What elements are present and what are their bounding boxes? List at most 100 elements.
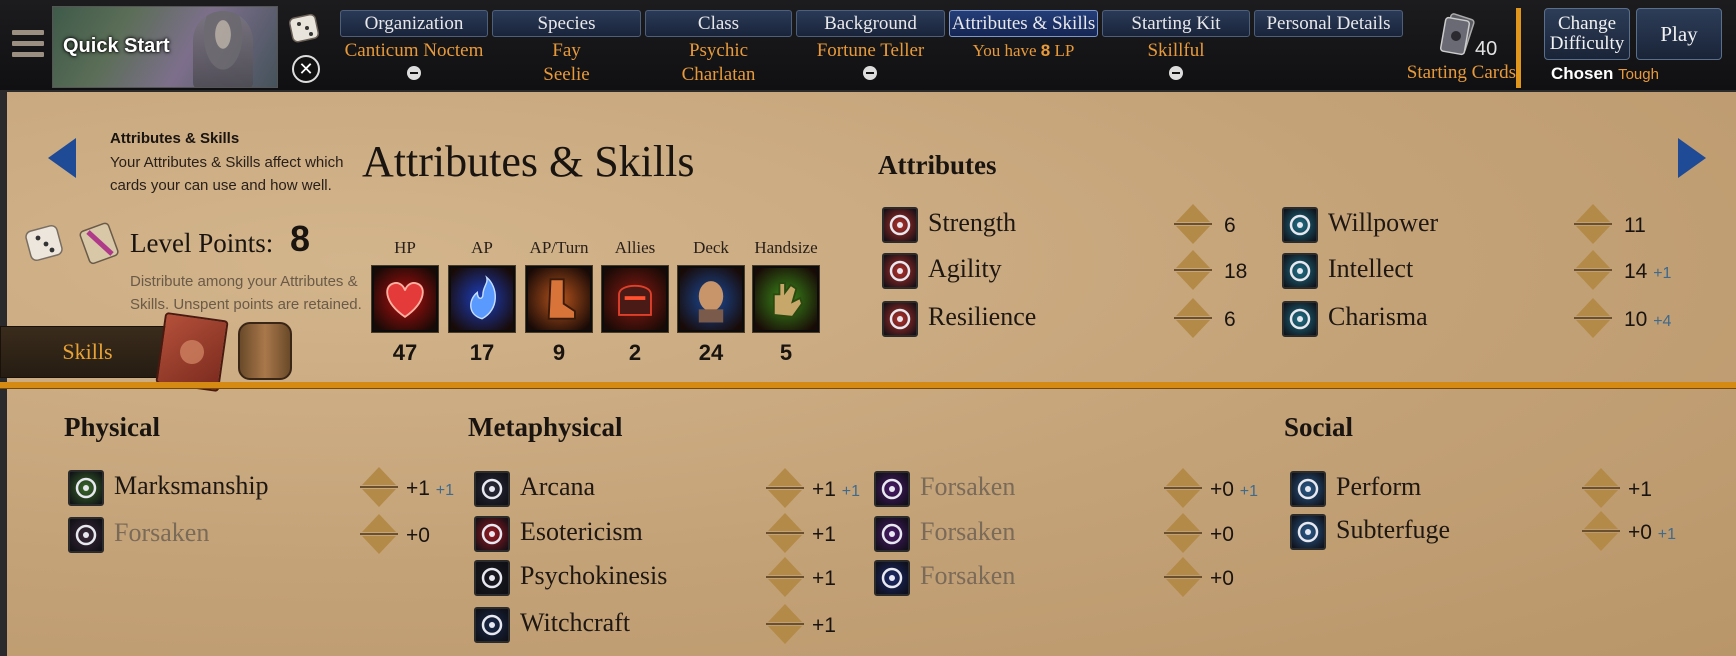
value-stepper[interactable] xyxy=(360,514,398,556)
decrease-icon[interactable] xyxy=(768,626,802,644)
book-icon[interactable] xyxy=(155,311,229,393)
barrel-icon[interactable] xyxy=(238,322,292,380)
decrease-icon[interactable] xyxy=(768,490,802,508)
tab-class[interactable]: Class xyxy=(645,10,792,37)
increase-icon[interactable] xyxy=(1176,204,1210,222)
decrease-icon[interactable] xyxy=(768,579,802,597)
intellect-icon xyxy=(1282,253,1318,289)
decrease-icon[interactable] xyxy=(1576,272,1610,290)
quick-start-button[interactable]: Quick Start xyxy=(52,6,278,88)
increase-icon[interactable] xyxy=(362,514,396,532)
value: +1 xyxy=(812,567,836,590)
top-bar: Quick Start ✕ Organization Species Class… xyxy=(0,0,1736,92)
tab-background[interactable]: Background xyxy=(796,10,945,37)
increase-icon[interactable] xyxy=(1176,250,1210,268)
value-stepper[interactable] xyxy=(1574,298,1612,340)
dice-icon[interactable] xyxy=(24,222,70,266)
species-value: Fay xyxy=(552,40,581,61)
difficulty-chosen: Chosen Tough xyxy=(1530,64,1680,84)
change-difficulty-button[interactable]: Change Difficulty xyxy=(1544,8,1630,60)
skill-name: Perform xyxy=(1336,472,1422,501)
tab-organization[interactable]: Organization xyxy=(340,10,488,37)
value-stepper[interactable] xyxy=(1164,513,1202,555)
decrease-icon[interactable] xyxy=(1176,272,1210,290)
value: 10 xyxy=(1624,308,1648,331)
play-button[interactable]: Play xyxy=(1636,8,1722,60)
dice-icon[interactable] xyxy=(288,12,322,44)
skill-name: Witchcraft xyxy=(520,608,631,637)
value-stepper[interactable] xyxy=(1174,204,1212,246)
decrease-icon[interactable] xyxy=(362,489,396,507)
stepper-divider xyxy=(1174,269,1212,271)
row-value: +1 +1 xyxy=(406,477,454,501)
character-portrait xyxy=(193,11,253,87)
blue-flame-icon xyxy=(449,266,515,332)
decrease-icon[interactable] xyxy=(1584,490,1618,508)
willpower-icon xyxy=(1282,207,1318,243)
value-stepper[interactable] xyxy=(766,557,804,599)
value-stepper[interactable] xyxy=(1582,511,1620,553)
value-stepper[interactable] xyxy=(1164,557,1202,599)
card-deck-icon[interactable] xyxy=(1438,12,1476,58)
increase-icon[interactable] xyxy=(1576,250,1610,268)
decrease-icon[interactable] xyxy=(1166,535,1200,553)
increase-icon[interactable] xyxy=(768,513,802,531)
hamburger-menu-icon[interactable] xyxy=(12,30,44,58)
decrease-icon[interactable] xyxy=(362,536,396,554)
next-arrow-icon[interactable] xyxy=(1678,138,1706,178)
increase-icon[interactable] xyxy=(1166,557,1200,575)
tab-skills[interactable]: Skills xyxy=(0,326,175,378)
increase-icon[interactable] xyxy=(362,467,396,485)
value-stepper[interactable] xyxy=(1174,298,1212,340)
row-value: +1 xyxy=(812,523,836,547)
value: +0 xyxy=(1628,521,1652,544)
remove-background-icon[interactable] xyxy=(863,66,877,80)
value: +0 xyxy=(1210,478,1234,501)
decrease-icon[interactable] xyxy=(768,535,802,553)
increase-icon[interactable] xyxy=(1584,511,1618,529)
tab-starting-kit[interactable]: Starting Kit xyxy=(1102,10,1250,37)
value-stepper[interactable] xyxy=(1164,468,1202,510)
value-stepper[interactable] xyxy=(1582,468,1620,510)
value-stepper[interactable] xyxy=(360,467,398,509)
tab-attributes-skills[interactable]: Attributes & Skills xyxy=(949,10,1098,37)
increase-icon[interactable] xyxy=(1584,468,1618,486)
value-stepper[interactable] xyxy=(766,604,804,646)
agility-icon xyxy=(882,253,918,289)
decrease-icon[interactable] xyxy=(1584,533,1618,551)
increase-icon[interactable] xyxy=(768,604,802,622)
increase-icon[interactable] xyxy=(1576,298,1610,316)
row-value: 18 xyxy=(1224,260,1247,284)
increase-icon[interactable] xyxy=(768,557,802,575)
value-stepper[interactable] xyxy=(1174,250,1212,292)
decrease-icon[interactable] xyxy=(1576,226,1610,244)
value-stepper[interactable] xyxy=(1574,250,1612,292)
previous-arrow-icon[interactable] xyxy=(48,138,76,178)
close-icon[interactable]: ✕ xyxy=(292,55,320,83)
decrease-icon[interactable] xyxy=(1166,490,1200,508)
tab-species[interactable]: Species xyxy=(492,10,641,37)
value-stepper[interactable] xyxy=(1574,204,1612,246)
increase-icon[interactable] xyxy=(768,468,802,486)
tab-personal-details[interactable]: Personal Details xyxy=(1254,10,1403,37)
stepper-divider xyxy=(1574,317,1612,319)
value-stepper[interactable] xyxy=(766,513,804,555)
stepper-divider xyxy=(360,533,398,535)
decrease-icon[interactable] xyxy=(1576,320,1610,338)
charisma-icon xyxy=(1282,301,1318,337)
increase-icon[interactable] xyxy=(1576,204,1610,222)
value-stepper[interactable] xyxy=(766,468,804,510)
increase-icon[interactable] xyxy=(1176,298,1210,316)
skill-name: Forsaken xyxy=(920,517,1016,546)
decrease-icon[interactable] xyxy=(1176,320,1210,338)
increase-icon[interactable] xyxy=(1166,513,1200,531)
remove-organization-icon[interactable] xyxy=(407,66,421,80)
row-value: +0 xyxy=(406,524,430,548)
increase-icon[interactable] xyxy=(1166,468,1200,486)
background-value: Fortune Teller xyxy=(816,40,925,61)
remove-starting-kit-icon[interactable] xyxy=(1169,66,1183,80)
species-subvalue: Seelie xyxy=(543,64,590,85)
level-points-value: 8 xyxy=(290,218,311,259)
decrease-icon[interactable] xyxy=(1166,579,1200,597)
decrease-icon[interactable] xyxy=(1176,226,1210,244)
